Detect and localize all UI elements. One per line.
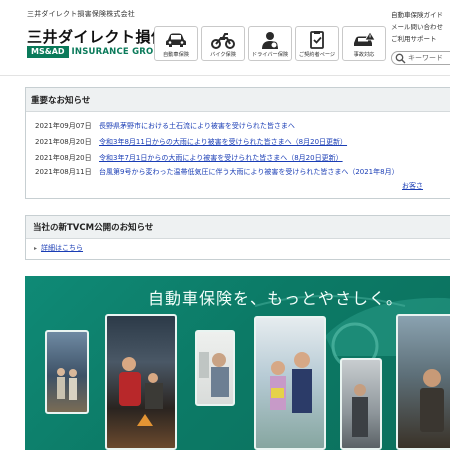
notice-date: 2021年08月20日	[35, 154, 92, 162]
notice-link[interactable]: 長野県茅野市における土石流により被害を受けられた皆さまへ	[99, 121, 295, 131]
nav-label: 自動車保険	[163, 52, 189, 58]
car-icon	[166, 33, 186, 47]
important-notices: 重要なお知らせ 2021年09月07日 長野県茅野市における土石流により被害を受…	[25, 87, 450, 199]
notices-more-link[interactable]: お客さ	[402, 181, 423, 191]
tvcm-header: 当社の新TVCM公開のお知らせ	[26, 216, 450, 239]
nav-contract-page[interactable]: ご契約者ページ	[295, 26, 339, 61]
notice-item: 2021年08月20日 令和3年7月1日からの大雨により被害を受けられた皆さまへ…	[35, 153, 343, 163]
nav-bike-insurance[interactable]: バイク保険	[201, 26, 245, 61]
link-car-insurance-guide[interactable]: 自動車保険ガイド	[391, 9, 443, 21]
nav-label: 事故対応	[353, 52, 375, 58]
company-name: 三井ダイレクト損害保険株式会社	[27, 10, 135, 18]
notice-link[interactable]: 令和3年8月11日からの大雨により被害を受けられた皆さまへ（8月20日更新）	[99, 137, 347, 147]
photo-older-man	[195, 330, 235, 406]
photo-young-man	[396, 314, 450, 450]
tvcm-notice: 当社の新TVCM公開のお知らせ ▸ 詳細はこちら	[25, 215, 450, 260]
photo-man-car	[340, 358, 382, 450]
driver-icon	[262, 32, 278, 49]
logo-group[interactable]: MS&AD INSURANCE GROUP	[27, 46, 167, 58]
banner-tagline: 自動車保険を、もっとやさしく。	[148, 289, 404, 308]
notices-header: 重要なお知らせ	[26, 88, 450, 112]
notices-title: 重要なお知らせ	[31, 95, 91, 106]
notice-link[interactable]: 台風第9号から変わった温帯低気圧に伴う大雨により被害を受けられた皆さまへ（202…	[99, 167, 399, 177]
utility-links: 自動車保険ガイド メール問い合わせ ご利用サポート	[391, 9, 443, 45]
search-placeholder: キーワード	[408, 54, 443, 62]
notice-item: 2021年08月20日 令和3年8月11日からの大雨により被害を受けられた皆さま…	[35, 137, 347, 147]
notice-item: 2021年08月11日 台風第9号から変わった温帯低気圧に伴う大雨により被害を受…	[35, 167, 399, 177]
logo-msad: MS&AD	[27, 46, 69, 58]
motorcycle-icon	[211, 33, 235, 49]
logo-insurance-group: INSURANCE GROUP	[71, 47, 167, 57]
tvcm-detail-link[interactable]: 詳細はこちら	[41, 244, 83, 252]
logo-text[interactable]: 三井ダイレクト損保	[27, 26, 167, 47]
notice-date: 2021年08月20日	[35, 138, 92, 146]
photo-camping	[105, 314, 177, 450]
link-mail-inquiry[interactable]: メール問い合わせ	[391, 21, 443, 33]
notice-date: 2021年08月11日	[35, 168, 92, 176]
nav-label: ドライバー保険	[251, 52, 289, 58]
main-nav: 自動車保険 バイク保険 ドライバー保険 ご契約者ページ 事故対応	[154, 26, 389, 61]
nav-label: バイク保険	[210, 52, 236, 58]
nav-car-insurance[interactable]: 自動車保険	[154, 26, 198, 61]
nav-accident-support[interactable]: 事故対応	[342, 26, 386, 61]
hero-banner[interactable]: 自動車保険を、もっとやさしく。	[25, 276, 450, 450]
search-icon	[395, 53, 406, 63]
notice-item: 2021年09月07日 長野県茅野市における土石流により被害を受けられた皆さまへ	[35, 121, 295, 131]
arrow-right-icon: ▸	[34, 245, 38, 252]
notice-link[interactable]: 令和3年7月1日からの大雨により被害を受けられた皆さまへ（8月20日更新）	[99, 153, 343, 163]
photo-mother-child	[254, 316, 326, 450]
link-support[interactable]: ご利用サポート	[391, 33, 443, 45]
tvcm-title: 当社の新TVCM公開のお知らせ	[33, 223, 154, 233]
nav-driver-insurance[interactable]: ドライバー保険	[248, 26, 292, 61]
nav-label: ご契約者ページ	[298, 52, 336, 58]
accident-icon	[354, 31, 376, 46]
tvcm-detail: ▸ 詳細はこちら	[34, 243, 83, 253]
contract-icon	[310, 31, 324, 49]
notice-date: 2021年09月07日	[35, 122, 92, 130]
photo-couple-car	[45, 330, 89, 414]
search-input[interactable]: キーワード	[391, 51, 450, 65]
header-divider	[0, 75, 450, 76]
